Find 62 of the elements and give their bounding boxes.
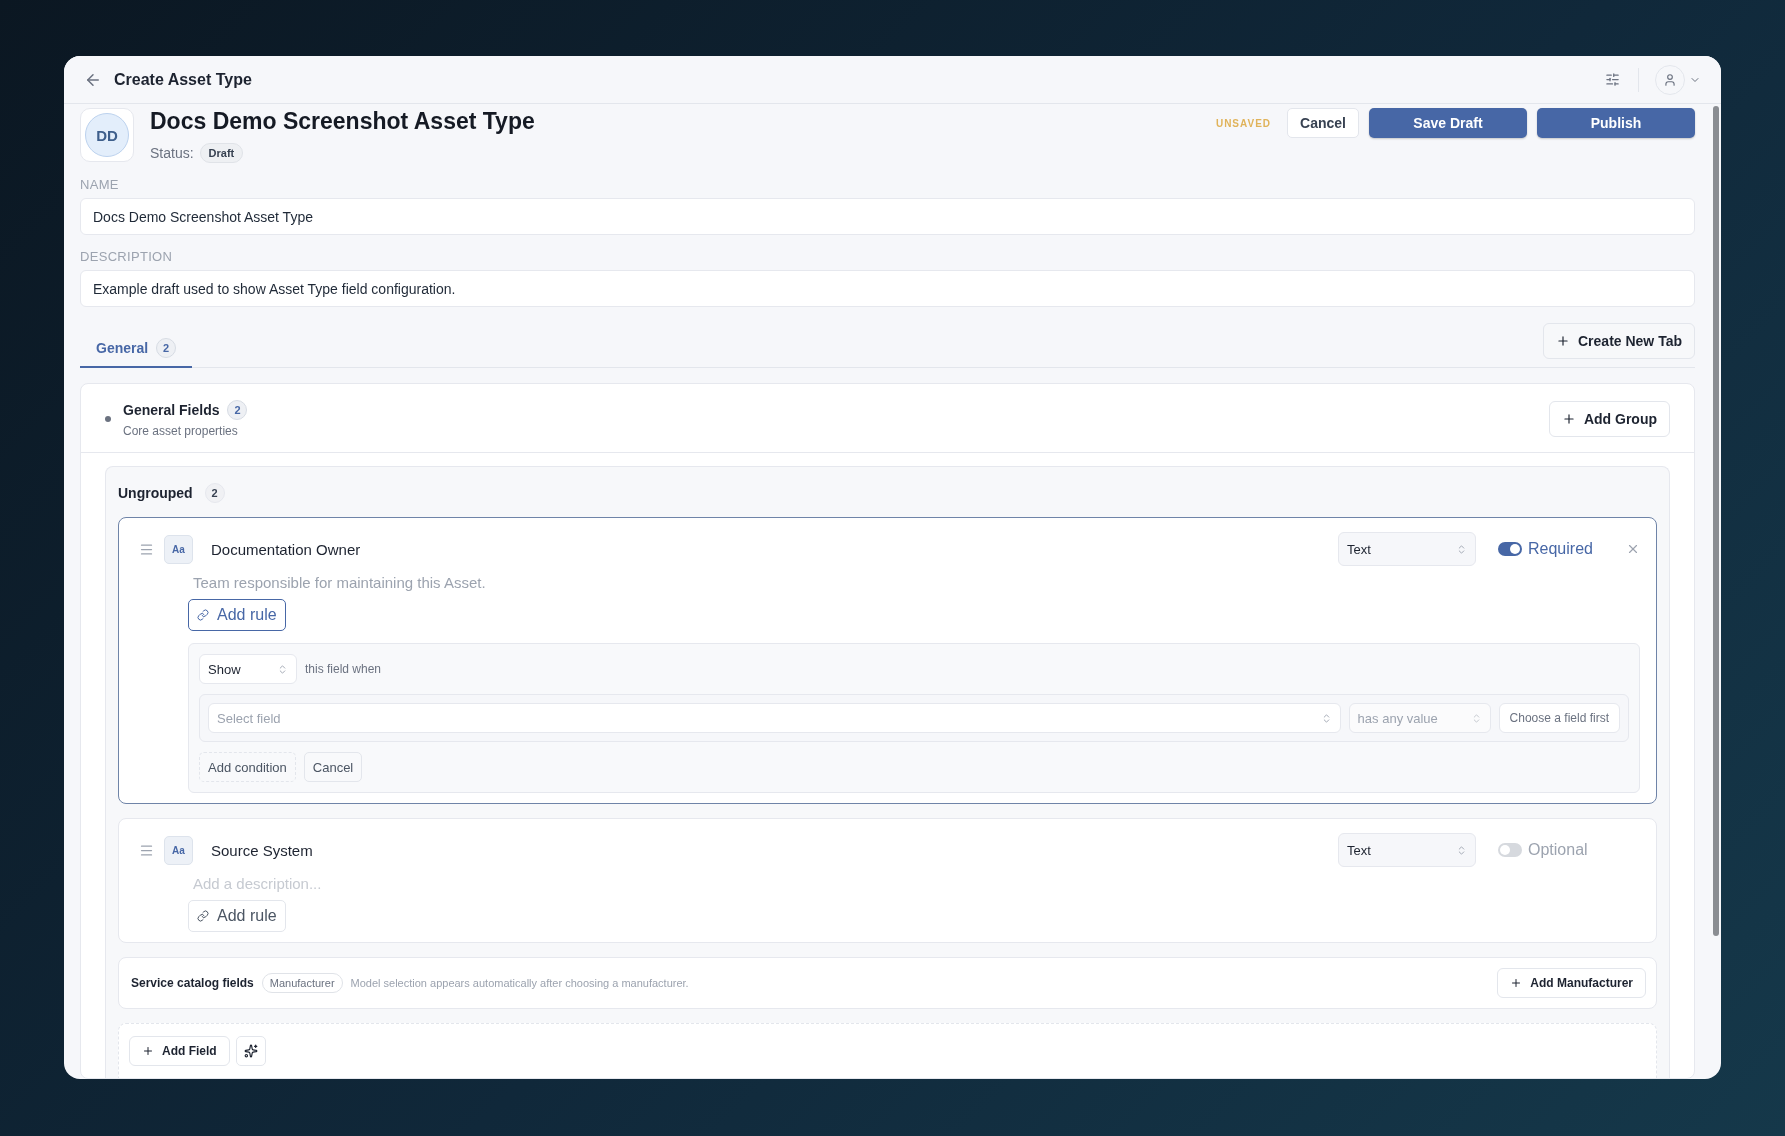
user-icon (1663, 72, 1677, 87)
unsaved-label: UNSAVED (1215, 117, 1272, 129)
cancel-button[interactable]: Cancel (1287, 108, 1359, 138)
add-rule-button[interactable]: Add rule (188, 900, 286, 932)
status-badge: Draft (199, 143, 244, 163)
tab[interactable]: General 2 (80, 330, 193, 368)
count-badge: 2 (204, 483, 225, 503)
add-manufacturer-button[interactable]: Add Manufacturer (1497, 968, 1646, 998)
primary-button[interactable]: Publish (1537, 108, 1695, 138)
chevron-updown-icon (1456, 844, 1467, 856)
status-label: Status: (150, 145, 194, 161)
drag-handle-icon[interactable] (139, 842, 154, 858)
add-group-button[interactable]: Add Group (1548, 401, 1670, 437)
cancel-button[interactable]: Cancel (303, 752, 363, 782)
settings-icon[interactable] (1603, 70, 1622, 89)
plus-icon (1556, 334, 1570, 348)
plus-icon (1561, 412, 1576, 426)
field-card[interactable]: Aa Source System Text Optional Add a description... Add rule (118, 818, 1657, 943)
chevron-updown-icon (277, 663, 288, 675)
name-field[interactable]: Docs Demo Screenshot Asset Type (80, 198, 1695, 235)
required-toggle[interactable]: Required (1498, 540, 1608, 558)
scrollbar[interactable] (1713, 106, 1719, 936)
field-label: NAME (80, 177, 119, 192)
field-name: Source System (211, 841, 314, 859)
rule-text: this field when (305, 662, 382, 676)
drag-handle-icon[interactable] (139, 541, 154, 557)
value-field[interactable]: Choose a field first (1498, 703, 1620, 733)
page-title: Create Asset Type (114, 70, 253, 89)
catalog-note: Model selection appears automatically after choosing a manufacturer. (350, 977, 690, 989)
field-card[interactable]: Aa Documentation Owner Text Required Team responsible for maintaining this Asset. Add rule Show this field when Select field has any value Choose a field first Add condition Cancel (118, 517, 1657, 804)
link-icon (197, 910, 209, 922)
sparkle-button[interactable] (235, 1036, 266, 1066)
type-select[interactable]: Text (1338, 833, 1476, 867)
add-field-button[interactable]: Add Field (129, 1036, 230, 1066)
group-title: General Fields (123, 402, 220, 418)
add-condition-button[interactable]: Add condition (199, 752, 296, 782)
primary-button[interactable]: Save Draft (1369, 108, 1527, 138)
section-title: Ungrouped (118, 485, 193, 501)
count-badge: 2 (156, 338, 177, 358)
type-select[interactable]: Text (1338, 532, 1476, 566)
group-subtitle: Core asset properties (123, 424, 239, 438)
close-icon (1626, 542, 1640, 556)
action-select[interactable]: Show (199, 654, 297, 684)
asset-title: Docs Demo Screenshot Asset Type (150, 108, 536, 135)
count-badge: 2 (227, 400, 248, 420)
field-name: Documentation Owner (211, 540, 362, 558)
text-type-icon: Aa (164, 534, 193, 564)
text-type-icon: Aa (164, 835, 193, 865)
add-rule-button[interactable]: Add rule (188, 599, 286, 631)
catalog-title: Service catalog fields (131, 976, 254, 990)
close-button[interactable] (1626, 542, 1640, 556)
plus-icon (142, 1045, 154, 1057)
chevron-updown-icon (1456, 543, 1467, 555)
plus-icon (1510, 977, 1523, 989)
create-tab-button[interactable]: Create New Tab (1543, 323, 1695, 359)
description-field[interactable]: Example draft used to show Asset Type field configuration. (80, 270, 1695, 307)
sparkle-icon (243, 1044, 258, 1058)
field-label: DESCRIPTION (80, 249, 173, 264)
link-icon (197, 609, 209, 621)
status-dot-icon (105, 416, 111, 422)
description-field[interactable]: Add a description... (193, 873, 693, 894)
avatar-initials: DD (85, 113, 129, 157)
